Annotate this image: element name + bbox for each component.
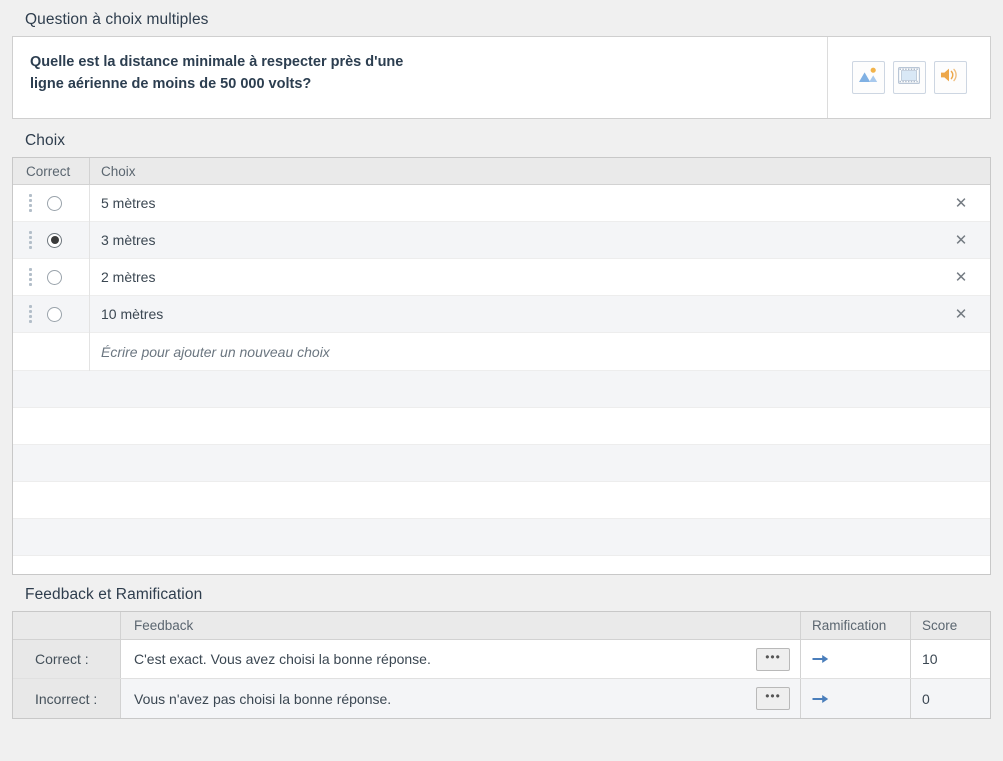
feedback-table-header: Feedback Ramification Score [13,612,990,640]
empty-row [13,519,990,556]
drag-handle-icon[interactable] [22,305,38,323]
insert-video-button[interactable] [893,61,926,94]
feedback-section-title: Feedback et Ramification [12,586,991,604]
table-row[interactable]: 5 mètres ✕ [13,185,990,222]
choices-table-header: Correct Choix [13,158,990,185]
table-row[interactable]: 3 mètres ✕ [13,222,990,259]
feedback-section: Feedback et Ramification Feedback Ramifi… [0,575,1003,719]
feedback-options-button[interactable]: ••• [756,648,790,671]
feedback-options-button[interactable]: ••• [756,687,790,710]
correct-cell [13,296,89,332]
feedback-row-incorrect: Incorrect : Vous n'avez pas choisi la bo… [13,679,990,718]
choice-text[interactable]: 2 mètres [90,269,932,285]
feedback-text-cell[interactable]: C'est exact. Vous avez choisi la bonne r… [121,640,801,678]
question-box: Quelle est la distance minimale à respec… [12,36,991,119]
video-icon [898,67,920,89]
table-row[interactable]: 10 mètres ✕ [13,296,990,333]
correct-radio[interactable] [47,233,62,248]
image-icon [858,66,879,89]
column-header-branching: Ramification [801,612,911,639]
empty-row [13,556,990,575]
table-row[interactable]: 2 mètres ✕ [13,259,990,296]
score-value[interactable]: 10 [911,640,990,678]
question-media-toolbar [827,37,990,118]
choice-text[interactable]: 3 mètres [90,232,932,248]
score-value[interactable]: 0 [911,679,990,718]
feedback-text[interactable]: Vous n'avez pas choisi la bonne réponse. [134,691,391,707]
arrow-right-icon[interactable] [812,692,829,706]
column-header-score: Score [911,612,990,639]
question-section-title: Question à choix multiples [12,11,991,29]
correct-cell [13,259,89,295]
new-choice-row[interactable]: Écrire pour ajouter un nouveau choix [13,333,990,371]
correct-radio[interactable] [47,196,62,211]
choices-section: Choix Correct Choix 5 mètres ✕ [0,119,1003,575]
column-header-blank [13,612,121,639]
audio-icon [939,66,961,89]
correct-cell [13,222,89,258]
feedback-row-correct: Correct : C'est exact. Vous avez choisi … [13,640,990,679]
insert-image-button[interactable] [852,61,885,94]
correct-radio[interactable] [47,307,62,322]
empty-row [13,371,990,408]
delete-choice-icon[interactable]: ✕ [932,305,990,323]
choices-table: Correct Choix 5 mètres ✕ [12,157,991,575]
delete-choice-icon[interactable]: ✕ [932,268,990,286]
correct-radio[interactable] [47,270,62,285]
feedback-text-cell[interactable]: Vous n'avez pas choisi la bonne réponse.… [121,679,801,718]
drag-handle-icon[interactable] [22,231,38,249]
choice-text[interactable]: 5 mètres [90,195,932,211]
branching-cell[interactable] [801,679,911,718]
feedback-table: Feedback Ramification Score Correct : C'… [12,611,991,719]
feedback-row-label: Correct : [13,640,121,678]
empty-row [13,408,990,445]
arrow-right-icon[interactable] [812,652,829,666]
empty-row [13,445,990,482]
feedback-row-label: Incorrect : [13,679,121,718]
column-header-feedback: Feedback [121,612,801,639]
branching-cell[interactable] [801,640,911,678]
question-section: Question à choix multiples Quelle est la… [0,0,1003,119]
delete-choice-icon[interactable]: ✕ [932,194,990,212]
question-editor-page: Question à choix multiples Quelle est la… [0,0,1003,761]
choices-section-title: Choix [12,132,991,150]
choice-text[interactable]: 10 mètres [90,306,932,322]
feedback-text[interactable]: C'est exact. Vous avez choisi la bonne r… [134,651,431,667]
question-text[interactable]: Quelle est la distance minimale à respec… [13,37,827,118]
delete-choice-icon[interactable]: ✕ [932,231,990,249]
empty-row [13,482,990,519]
column-header-correct: Correct [13,164,89,179]
correct-cell-empty [13,333,89,370]
drag-handle-icon[interactable] [22,194,38,212]
correct-cell [13,185,89,221]
column-header-choice: Choix [90,164,990,179]
drag-handle-icon[interactable] [22,268,38,286]
insert-audio-button[interactable] [934,61,967,94]
new-choice-input[interactable]: Écrire pour ajouter un nouveau choix [90,344,990,360]
